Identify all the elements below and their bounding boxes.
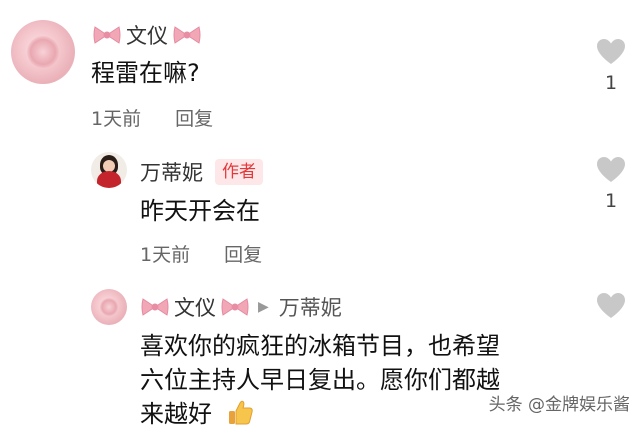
comment-text: 昨天开会在 (140, 197, 260, 225)
username-text: 万蒂妮 (140, 161, 203, 185)
avatar[interactable] (11, 20, 75, 84)
like-count: 1 (604, 190, 618, 212)
reply-to-username[interactable]: 万蒂妮 (279, 292, 342, 322)
comment-time: 1天前 (140, 244, 191, 266)
like-button[interactable]: 1 (594, 156, 628, 212)
bow-icon (221, 298, 249, 316)
like-button[interactable] (594, 292, 628, 320)
comment-meta: 1天前 回复 (140, 240, 262, 267)
bow-icon (141, 298, 169, 316)
heart-icon (597, 39, 625, 64)
heart-icon (597, 293, 625, 318)
avatar[interactable] (91, 152, 127, 188)
thumbs-up-emoji-icon (228, 400, 253, 425)
username-text: 文仪 (126, 24, 168, 48)
bow-icon (93, 26, 121, 44)
comment-text-line: 喜欢你的疯狂的冰箱节目，也希望 (140, 332, 500, 360)
comment-username[interactable]: 文仪 ▶ 万蒂妮 (140, 292, 342, 322)
comment-username[interactable]: 万蒂妮 作者 (140, 157, 263, 187)
bow-icon (173, 26, 201, 44)
like-button[interactable]: 1 (594, 38, 628, 94)
avatar[interactable] (91, 289, 127, 325)
reply-button[interactable]: 回复 (175, 104, 213, 131)
watermark: 头条 @金牌娱乐酱 (488, 395, 630, 415)
comment-text: 喜欢你的疯狂的冰箱节目，也希望 六位主持人早日复出。愿你们都越 来越好 (140, 329, 580, 431)
reply-button[interactable]: 回复 (224, 240, 262, 267)
comment-time: 1天前 (91, 108, 142, 130)
comment-username[interactable]: 文仪 (92, 20, 202, 50)
heart-icon (597, 157, 625, 182)
like-count: 1 (604, 72, 618, 94)
comment-text: 程雷在嘛? (91, 59, 200, 87)
username-text: 文仪 (174, 296, 216, 320)
comment-meta: 1天前 回复 (91, 104, 213, 131)
reply-arrow-icon: ▶ (258, 299, 269, 315)
author-badge: 作者 (215, 159, 263, 185)
